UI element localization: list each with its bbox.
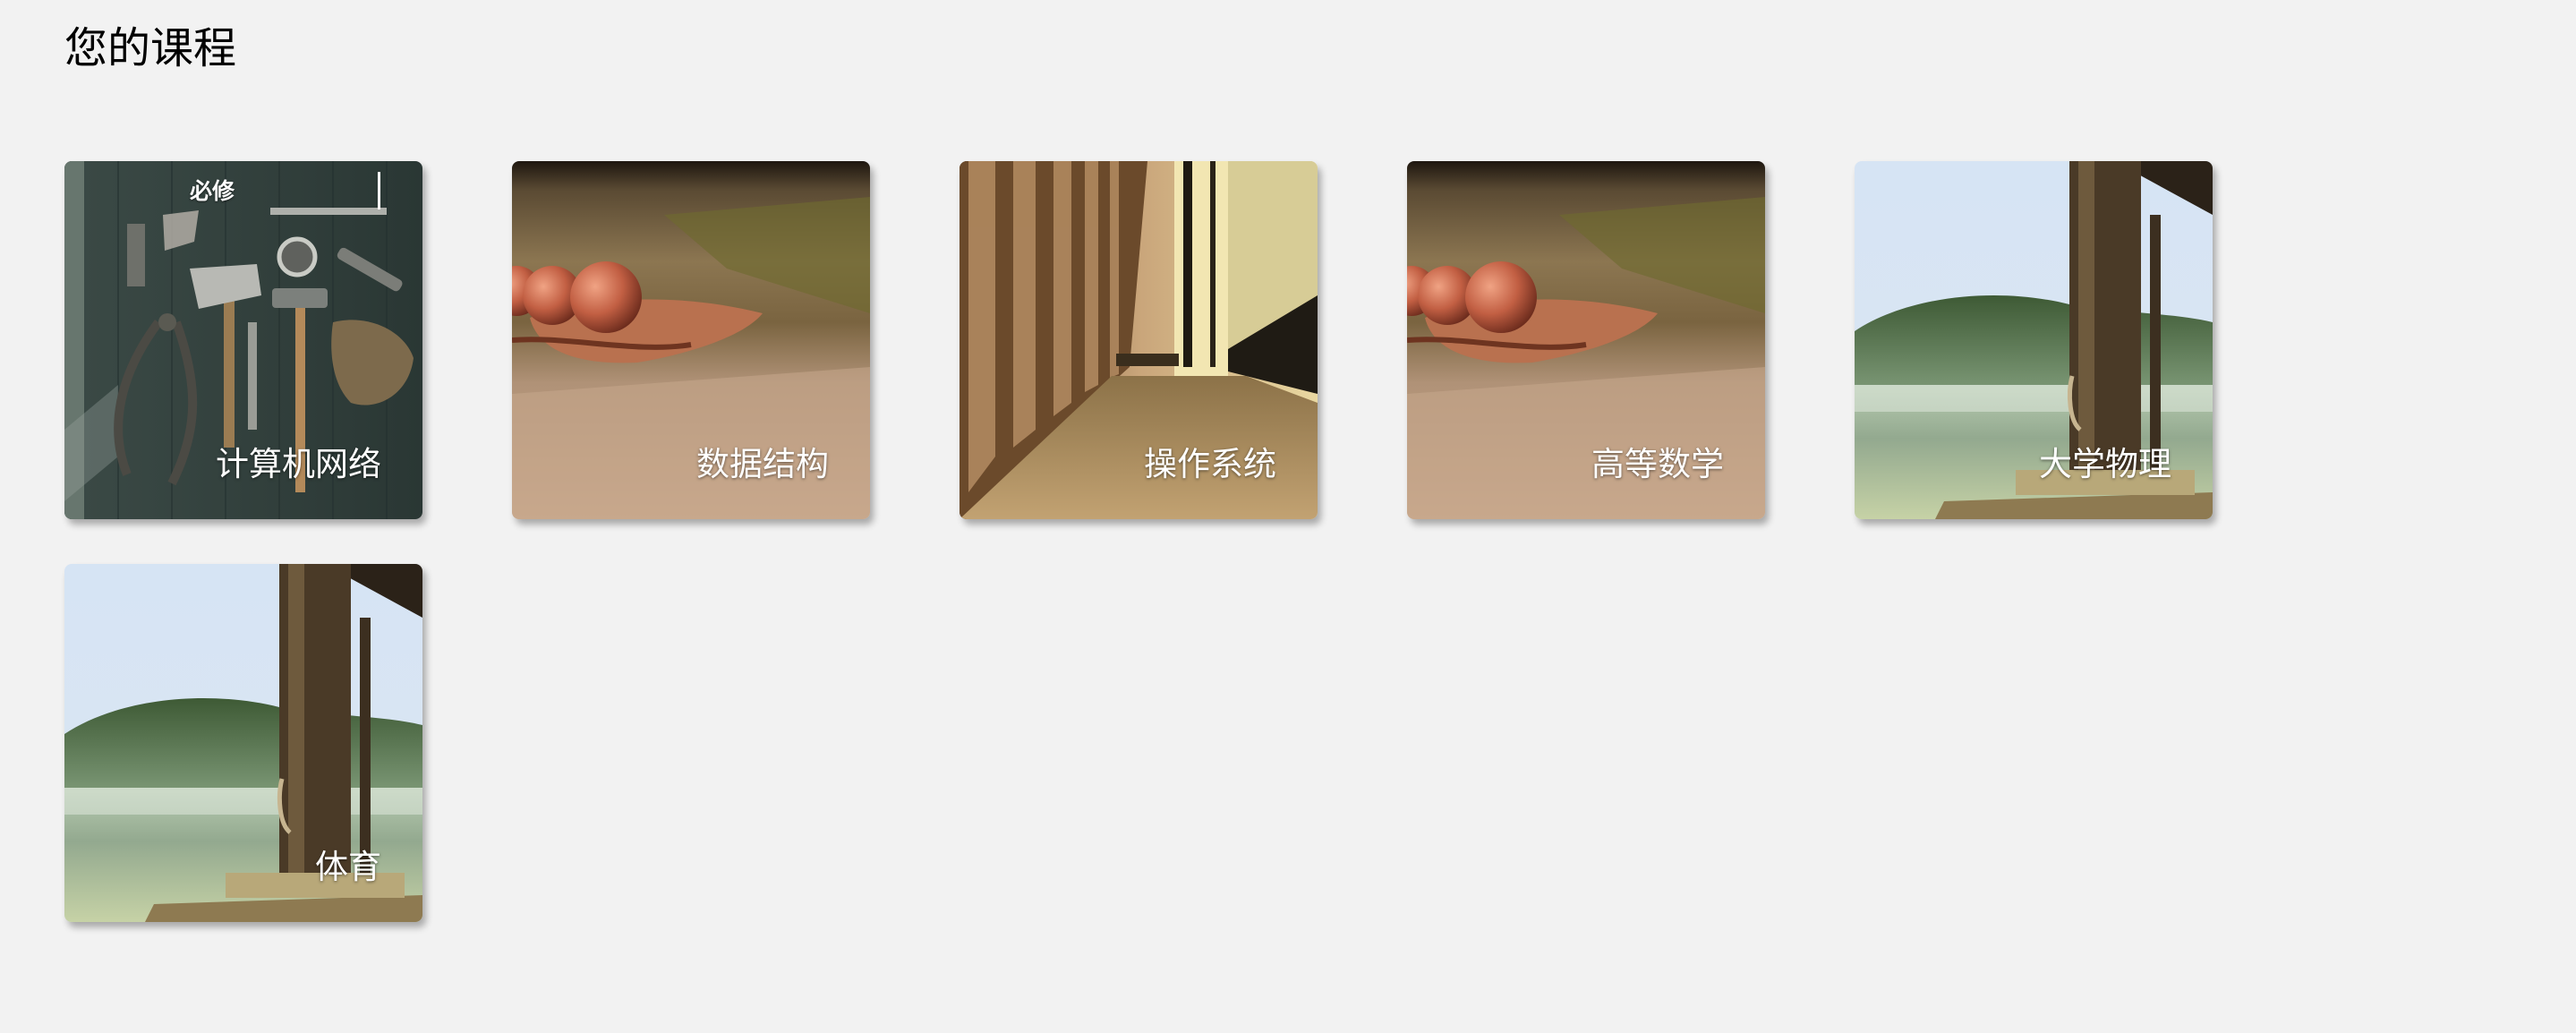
course-name: 操作系统 [1144, 445, 1276, 483]
course-card-university-physics[interactable]: 大学物理 [1855, 161, 2213, 519]
course-name: 体育 [315, 848, 381, 886]
page-title: 您的课程 [64, 23, 237, 73]
course-name: 高等数学 [1591, 445, 1724, 483]
course-name: 大学物理 [2039, 445, 2171, 483]
course-card-physical-education[interactable]: 体育 [64, 564, 422, 922]
course-card-operating-systems[interactable]: 操作系统 [960, 161, 1318, 519]
badge-divider [378, 172, 380, 209]
course-card-computer-network[interactable]: 必修 计算机网络 [64, 161, 422, 519]
course-card-advanced-math[interactable]: 高等数学 [1407, 161, 1765, 519]
course-name: 计算机网络 [216, 445, 381, 483]
required-badge: 必修 [190, 178, 235, 204]
course-name: 数据结构 [696, 445, 829, 483]
course-card-data-structures[interactable]: 数据结构 [512, 161, 870, 519]
